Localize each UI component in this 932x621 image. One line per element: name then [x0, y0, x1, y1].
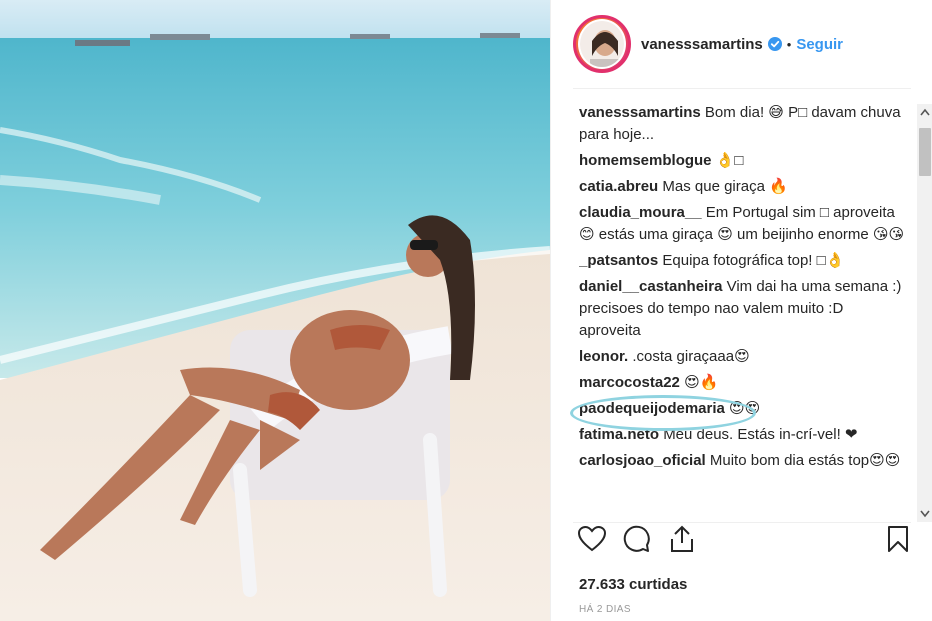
bookmark-icon[interactable]	[883, 524, 913, 554]
list-item: catia.abreu Mas que giraça 🔥	[579, 176, 909, 198]
list-item: daniel__castanheira Vim dai ha uma seman…	[579, 276, 909, 342]
post-username[interactable]: vanesssamartins	[641, 36, 763, 53]
avatar[interactable]	[578, 19, 626, 69]
post-header: vanesssamartins • Seguir	[551, 0, 932, 88]
list-item: leonor. .costa giraçaaa😍	[579, 346, 909, 368]
comment-text: 😍🔥	[684, 374, 719, 391]
post-actions	[577, 524, 917, 560]
comments-list[interactable]: vanesssamartins Bom dia! 😅 P□ davam chuv…	[579, 102, 909, 522]
list-item: _patsantos Equipa fotográfica top! □👌	[579, 250, 909, 272]
verified-badge-icon	[767, 37, 782, 51]
avatar-ring[interactable]	[573, 15, 631, 73]
list-item: vanesssamartins Bom dia! 😅 P□ davam chuv…	[579, 102, 909, 146]
comment-username[interactable]: vanesssamartins	[579, 104, 701, 121]
post-timestamp[interactable]: HÁ 2 DIAS	[579, 604, 631, 615]
comments-scrollbar[interactable]	[917, 104, 932, 522]
comment-username[interactable]: _patsantos	[579, 252, 658, 269]
separator-dot: •	[786, 36, 792, 52]
post-photo[interactable]	[0, 0, 550, 621]
list-item: fatima.neto Meu deus. Estás in-crí-vel! …	[579, 424, 909, 446]
comment-text: Mas que giraça 🔥	[662, 178, 788, 195]
list-item: homemsemblogue 👌□	[579, 150, 909, 172]
heart-icon[interactable]	[577, 524, 607, 554]
header-divider	[573, 88, 911, 89]
comment-text: 👌□	[715, 152, 744, 169]
share-icon[interactable]	[667, 524, 697, 554]
comment-username[interactable]: carlosjoao_oficial	[579, 452, 706, 469]
list-item: carlosjoao_oficial Muito bom dia estás t…	[579, 450, 909, 472]
list-item: claudia_moura__ Em Portugal sim □ aprove…	[579, 202, 909, 246]
comment-text: Meu deus. Estás in-crí-vel! ❤	[663, 426, 858, 443]
list-item: marcocosta22 😍🔥	[579, 372, 909, 394]
comment-username[interactable]: leonor.	[579, 348, 628, 365]
comment-text: Equipa fotográfica top! □👌	[662, 252, 845, 269]
scrollbar-thumb[interactable]	[919, 128, 931, 176]
comment-text: 😍😍	[729, 400, 761, 417]
scroll-up-arrow-icon[interactable]	[917, 104, 932, 120]
actions-divider	[573, 522, 911, 523]
comment-text: .costa giraçaaa😍	[632, 348, 750, 365]
beach-photo-image	[0, 0, 550, 621]
comment-username[interactable]: paodequeijodemaria	[579, 400, 725, 417]
comment-username[interactable]: homemsemblogue	[579, 152, 712, 169]
comment-username[interactable]: claudia_moura__	[579, 204, 702, 221]
list-item: paodequeijodemaria 😍😍	[579, 398, 909, 420]
post-panel: vanesssamartins • Seguir vanesssamartins…	[550, 0, 932, 621]
follow-button[interactable]: Seguir	[796, 36, 843, 53]
comment-icon[interactable]	[621, 524, 651, 554]
comment-username[interactable]: catia.abreu	[579, 178, 658, 195]
comment-username[interactable]: fatima.neto	[579, 426, 659, 443]
avatar-image	[580, 21, 624, 67]
comment-text: Muito bom dia estás top😍😍	[709, 452, 901, 469]
comment-username[interactable]: marcocosta22	[579, 374, 680, 391]
scroll-down-arrow-icon[interactable]	[917, 506, 932, 522]
comment-username[interactable]: daniel__castanheira	[579, 278, 722, 295]
likes-count[interactable]: 27.633 curtidas	[579, 576, 687, 593]
